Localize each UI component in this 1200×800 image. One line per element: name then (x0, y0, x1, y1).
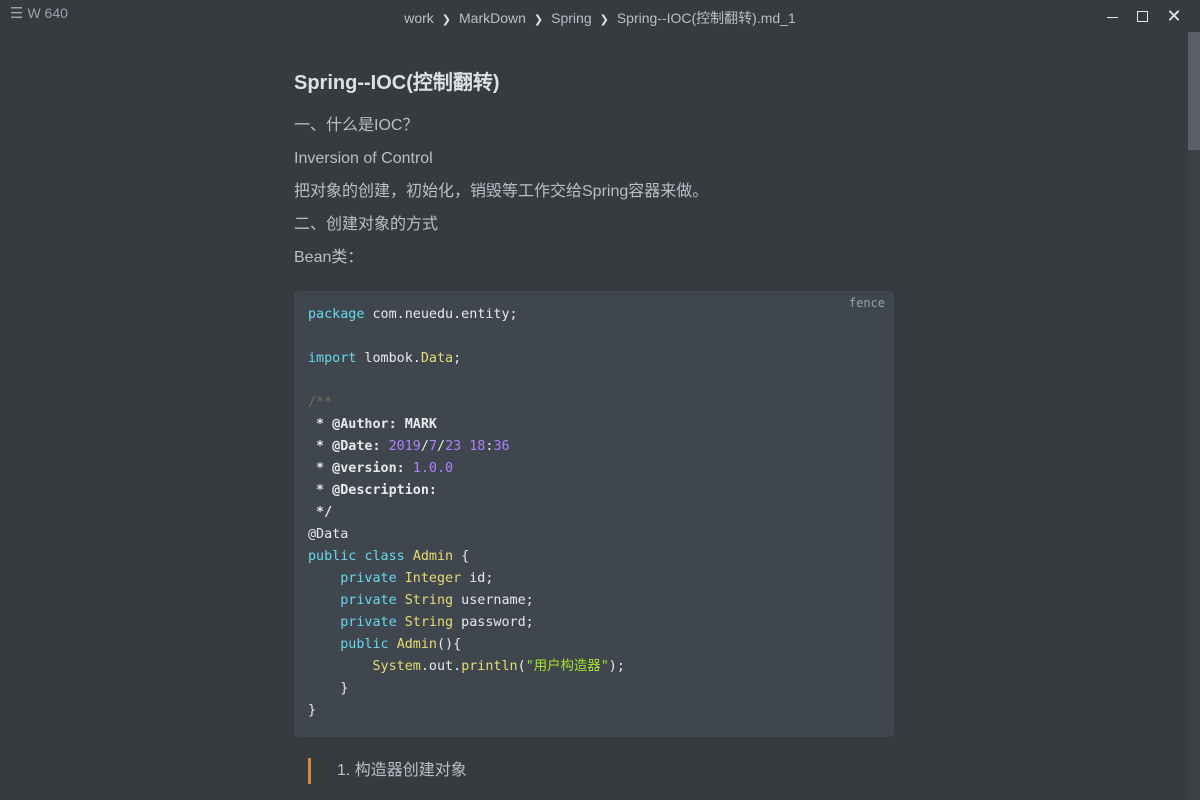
maximize-button[interactable] (1126, 0, 1158, 32)
code-line: private String username; (340, 593, 534, 608)
code-line: package com.neuedu.entity; (308, 307, 518, 322)
code-line: * @version: 1.0.0 (308, 461, 454, 476)
chevron-right-icon: ❯ (441, 14, 452, 26)
title-bar: ☰ W 640 work ❯ MarkDown ❯ Spring ❯ Spring--IOC(… (0, 0, 1200, 32)
paragraph: 二、创建对象的方式 (294, 216, 439, 233)
minimize-icon (1106, 16, 1118, 18)
breadcrumb-item-markdown[interactable]: MarkDown (459, 10, 526, 26)
code-line: } (308, 681, 349, 696)
close-button[interactable]: ✕ (1158, 0, 1190, 32)
code-language-label[interactable]: fence (849, 296, 885, 310)
maximize-icon (1136, 10, 1148, 22)
code-line: /** (308, 395, 333, 410)
blockquote: 1. 构造器创建对象 (308, 758, 467, 784)
code-line: * @Author: MARK (308, 417, 437, 432)
paragraph: 一、什么是IOC？ (294, 117, 419, 134)
code-line: */ (308, 505, 333, 520)
scrollbar-thumb[interactable] (1188, 32, 1200, 150)
code-line: private String password; (340, 615, 534, 630)
code-line: import lombok.Data; (308, 351, 462, 366)
paragraph: 把对象的创建，初始化，销毁等工作交给Spring容器来做。 (294, 183, 709, 200)
document-title: Spring--IOC(控制翻转) (294, 72, 500, 94)
blockquote-text: 1. 构造器创建对象 (337, 762, 467, 779)
document-content[interactable]: Spring--IOC(控制翻转) 一、什么是IOC？ Inversion of… (294, 68, 894, 274)
code-line: * @Date: 2019/7/23 18:36 (308, 439, 510, 454)
chevron-right-icon: ❯ (533, 14, 544, 26)
paragraph: Bean类： (294, 249, 364, 266)
breadcrumb-item-spring[interactable]: Spring (551, 10, 591, 26)
code-line: public class Admin { (308, 549, 470, 564)
code-line: } (308, 703, 317, 718)
code-line: * @Description: (308, 483, 437, 498)
code-line: @Data (308, 527, 349, 542)
code-line: public Admin(){ (340, 637, 462, 652)
code-line: private Integer id; (340, 571, 494, 586)
close-icon: ✕ (1166, 6, 1182, 26)
code-content: package com.neuedu.entity; import lombok… (308, 304, 625, 722)
breadcrumb-item-work[interactable]: work (404, 10, 434, 26)
code-line: System.out.println("用户构造器"); (372, 659, 625, 674)
code-block[interactable]: fence package com.neuedu.entity; import … (294, 291, 894, 737)
breadcrumb-item-file[interactable]: Spring--IOC(控制翻转).md_1 (617, 10, 796, 26)
minimize-button[interactable] (1096, 0, 1128, 32)
chevron-right-icon: ❯ (599, 14, 609, 26)
breadcrumb: work ❯ MarkDown ❯ Spring ❯ Spring--IOC(控制翻转).m… (0, 8, 1200, 28)
paragraph: Inversion of Control (294, 150, 433, 167)
